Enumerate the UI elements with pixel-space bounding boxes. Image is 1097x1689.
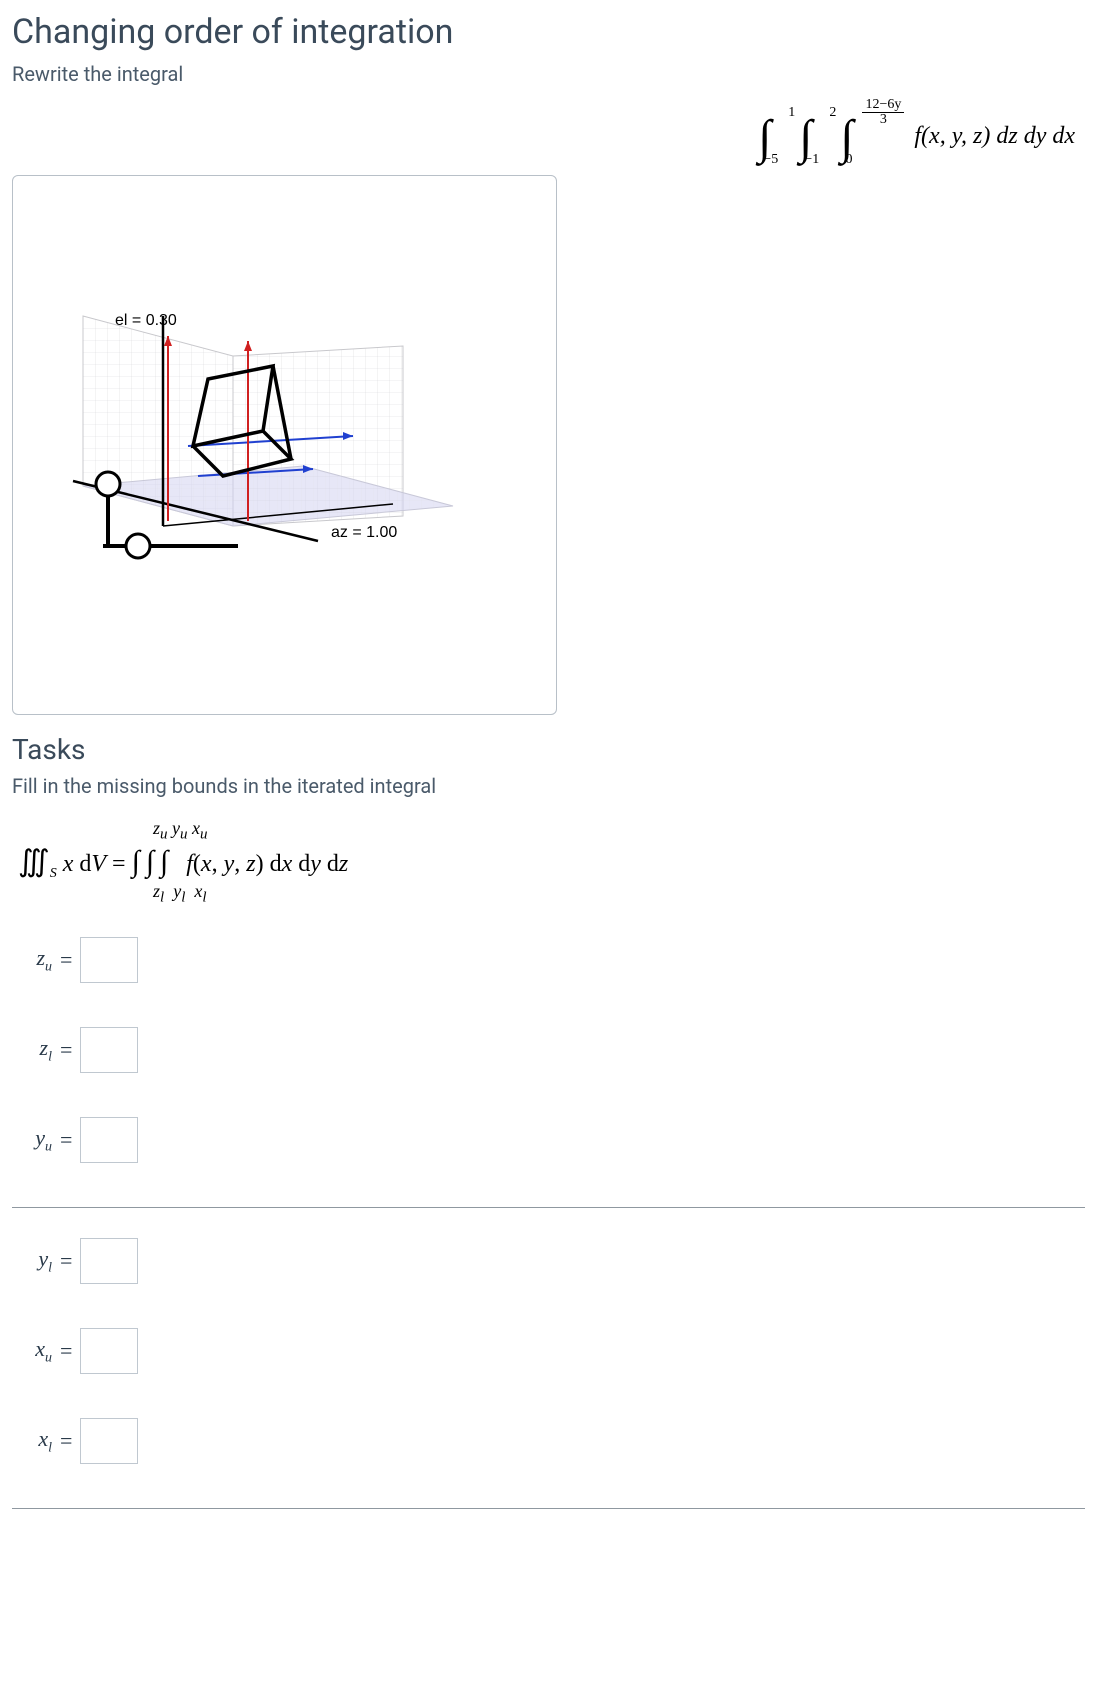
azimuth-label: az = 1.00 [331, 524, 397, 542]
zu-label: zu [18, 945, 52, 975]
divider [12, 1207, 1085, 1208]
elevation-label: el = 0.30 [115, 312, 177, 330]
graph-svg [13, 176, 557, 715]
yu-input[interactable] [80, 1117, 138, 1163]
yu-label: yu [18, 1125, 52, 1155]
iterated-integral: zu yu xu ∭S x dV = ∫ ∫ ∫ f(x, y, z) dx d… [18, 818, 1085, 907]
tasks-heading: Tasks [12, 733, 1085, 766]
tasks-instruction: Fill in the missing bounds in the iterat… [12, 774, 1085, 798]
xl-label: xl [18, 1426, 52, 1456]
integral-expression: ∫−51 ∫−12 ∫012−6y3 f(x, y, z) dz dy dx [758, 104, 1085, 165]
graph-3d-viewer[interactable]: el = 0.30 az = 1.00 [12, 175, 557, 715]
divider-bottom [12, 1508, 1085, 1509]
yl-label: yl [18, 1246, 52, 1276]
zl-label: zl [18, 1035, 52, 1065]
zl-input[interactable] [80, 1027, 138, 1073]
xu-input[interactable] [80, 1328, 138, 1374]
xu-label: xu [18, 1336, 52, 1366]
yl-input[interactable] [80, 1238, 138, 1284]
page-title: Changing order of integration [12, 12, 1085, 52]
zu-input[interactable] [80, 937, 138, 983]
xl-input[interactable] [80, 1418, 138, 1464]
subtitle: Rewrite the integral [12, 62, 1085, 86]
